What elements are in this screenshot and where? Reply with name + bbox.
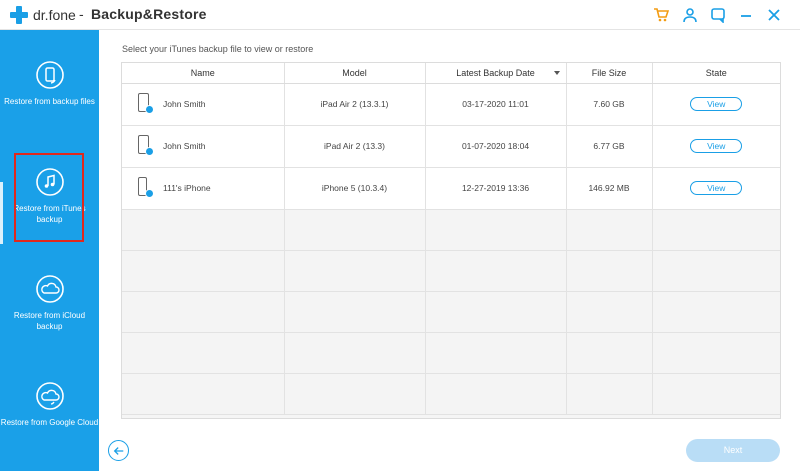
highlight-box <box>14 153 84 242</box>
state-cell: View <box>652 125 780 168</box>
empty-row <box>122 250 780 292</box>
column-header-size[interactable]: File Size <box>566 63 653 84</box>
table-row[interactable]: John Smith iPad Air 2 (13.3) 01-07-2020 … <box>122 125 780 168</box>
sidebar-item-restore-google-cloud[interactable]: Restore from Google Cloud <box>0 381 99 428</box>
model-cell: iPad Air 2 (13.3.1) <box>284 83 426 126</box>
size-cell: 6.77 GB <box>566 125 653 168</box>
device-name: John Smith <box>163 141 206 151</box>
next-button[interactable]: Next <box>686 439 780 462</box>
column-header-state[interactable]: State <box>652 63 780 84</box>
date-cell: 03-17-2020 11:01 <box>425 83 567 126</box>
sidebar: Restore from backup files Restore from i… <box>0 30 99 471</box>
sidebar-item-label: Restore from backup files <box>4 97 95 106</box>
date-cell: 12-27-2019 13:36 <box>425 167 567 210</box>
device-name: John Smith <box>163 99 206 109</box>
iphone-backup-icon <box>136 176 154 200</box>
table-row[interactable]: 111's iPhone iPhone 5 (10.3.4) 12-27-201… <box>122 167 780 210</box>
size-cell: 146.92 MB <box>566 167 653 210</box>
empty-row <box>122 291 780 333</box>
model-cell: iPhone 5 (10.3.4) <box>284 167 426 210</box>
phone-restore-icon <box>35 61 64 89</box>
sidebar-item-label: Restore from iCloud backup <box>13 311 86 331</box>
icloud-icon <box>35 275 64 303</box>
brand-name: dr.fone <box>33 7 76 23</box>
sidebar-item-restore-icloud-backup[interactable]: Restore from iCloud backup <box>0 274 99 332</box>
size-cell: 7.60 GB <box>566 83 653 126</box>
cart-icon[interactable] <box>652 6 670 24</box>
empty-row <box>122 373 780 415</box>
ipad-backup-icon <box>136 134 154 158</box>
view-button[interactable]: View <box>690 181 743 195</box>
empty-row <box>122 332 780 374</box>
sort-caret-icon[interactable] <box>553 71 560 75</box>
table-row[interactable]: John Smith iPad Air 2 (13.3.1) 03-17-202… <box>122 83 780 126</box>
device-name: 111's iPhone <box>163 183 211 193</box>
view-button[interactable]: View <box>690 97 743 111</box>
column-header-date-label: Latest Backup Date <box>456 67 535 78</box>
title-bar: dr.fone - Backup&Restore <box>0 0 800 30</box>
date-cell: 01-07-2020 18:04 <box>425 125 567 168</box>
model-cell: iPad Air 2 (13.3) <box>284 125 426 168</box>
feedback-icon[interactable] <box>709 6 727 24</box>
backup-table: Name Model Latest Backup Date File Size … <box>121 62 781 419</box>
column-header-model[interactable]: Model <box>284 63 426 84</box>
empty-row <box>122 209 780 251</box>
column-header-date[interactable]: Latest Backup Date <box>425 63 567 84</box>
ipad-backup-icon <box>136 92 154 116</box>
google-cloud-icon <box>35 382 64 410</box>
app-title: Backup&Restore <box>91 6 207 22</box>
close-icon[interactable] <box>765 6 783 24</box>
title-separator: - <box>79 6 84 22</box>
state-cell: View <box>652 167 780 210</box>
sidebar-item-label: Restore from Google Cloud <box>0 418 99 427</box>
name-cell: John Smith <box>122 83 285 126</box>
sidebar-item-restore-backup-files[interactable]: Restore from backup files <box>0 60 99 107</box>
instruction-text: Select your iTunes backup file to view o… <box>122 44 314 54</box>
view-button[interactable]: View <box>690 139 743 153</box>
user-icon[interactable] <box>681 6 699 24</box>
minimize-icon[interactable] <box>737 6 755 24</box>
state-cell: View <box>652 83 780 126</box>
back-button[interactable] <box>108 440 129 461</box>
arrow-left-icon <box>113 446 123 455</box>
drfone-logo-icon <box>10 6 28 24</box>
name-cell: John Smith <box>122 125 285 168</box>
column-header-name[interactable]: Name <box>122 63 285 84</box>
name-cell: 111's iPhone <box>122 167 285 210</box>
